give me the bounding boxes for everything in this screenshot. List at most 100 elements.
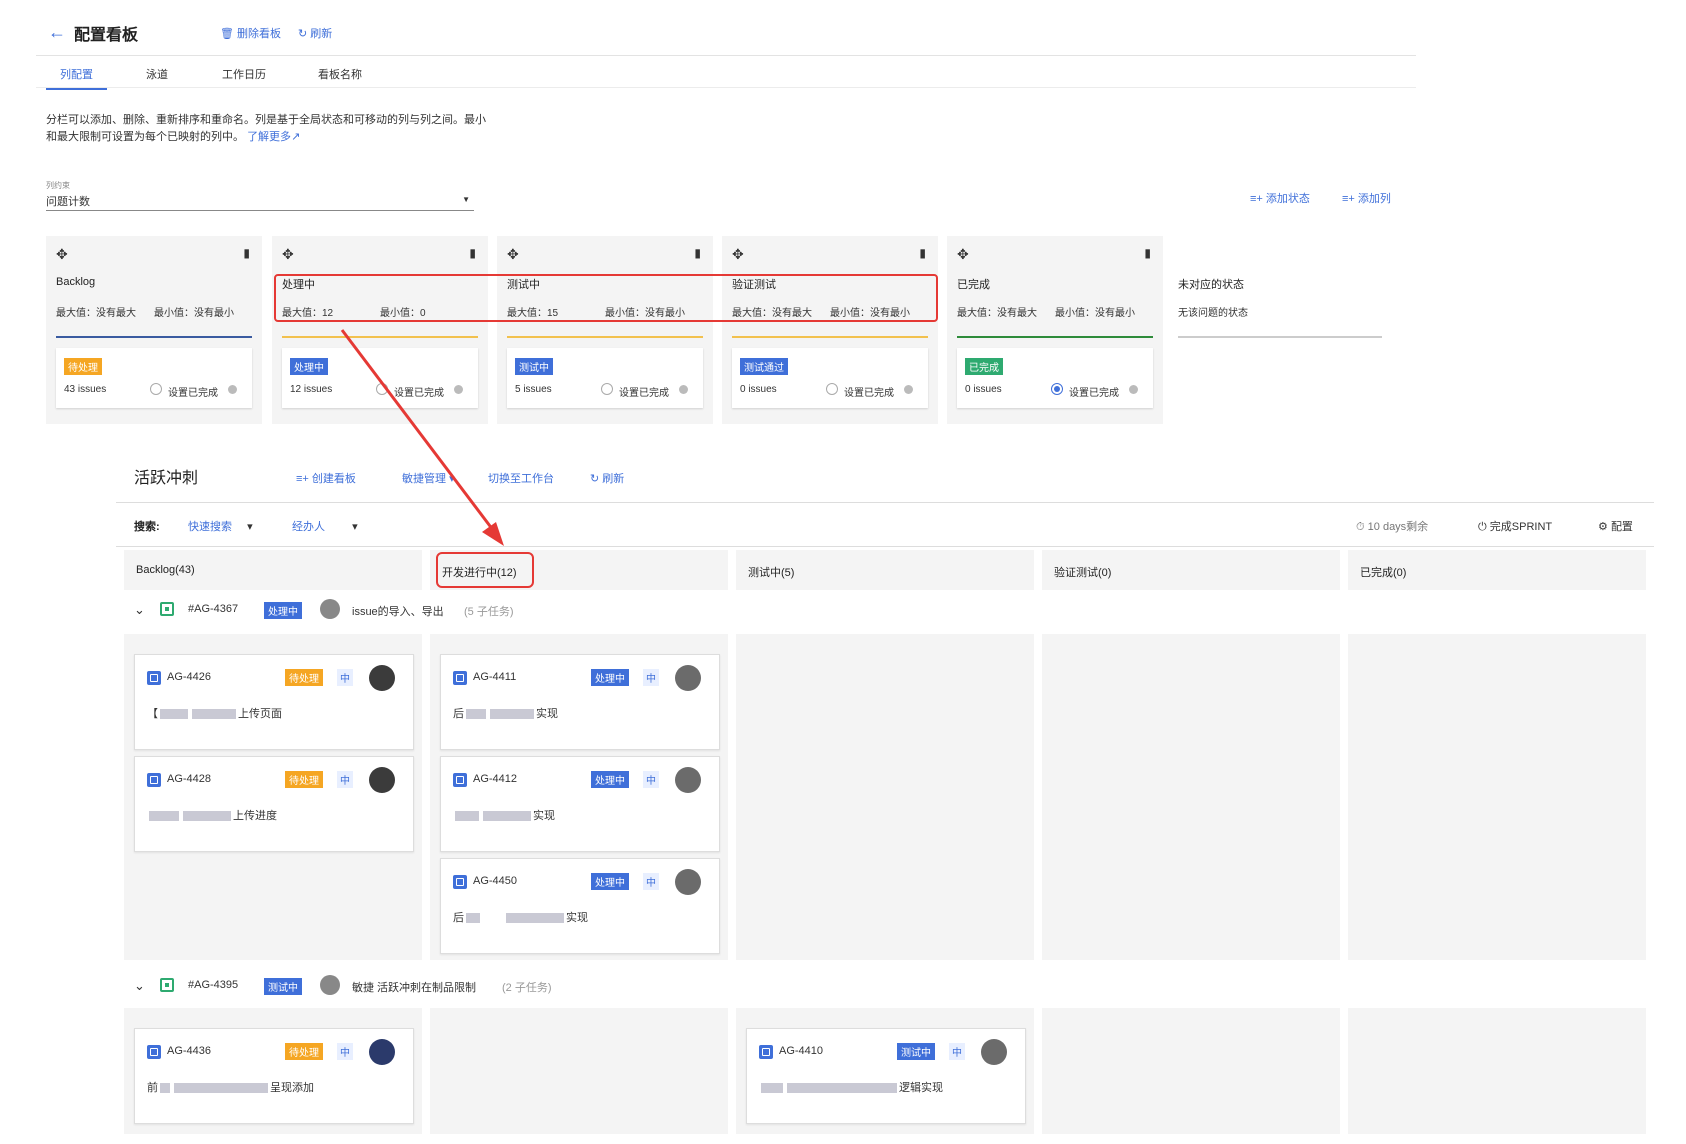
subtask-icon: [147, 1045, 161, 1059]
status-card[interactable]: 已完成 0 issues 设置已完成: [957, 348, 1153, 408]
issue-count: 0 issues: [740, 384, 777, 395]
divider: [116, 546, 1654, 547]
set-done-radio[interactable]: [601, 383, 613, 395]
move-icon[interactable]: ✥: [56, 246, 68, 263]
help-icon: [228, 385, 237, 394]
trash-icon[interactable]: ▮: [243, 246, 250, 260]
issue-summary: 上传进度: [147, 807, 277, 823]
trash-icon[interactable]: ▮: [919, 246, 926, 260]
learn-more-link[interactable]: 了解更多: [247, 131, 291, 143]
chevron-down-icon[interactable]: ⌄: [134, 602, 145, 618]
issue-card[interactable]: AG-4411 处理中 中 后实现: [440, 654, 720, 750]
add-status-button[interactable]: ≡+ 添加状态: [1250, 190, 1310, 206]
issue-card[interactable]: AG-4450 处理中 中 后实现: [440, 858, 720, 954]
status-card[interactable]: 待处理 43 issues 设置已完成: [56, 348, 252, 408]
trash-icon[interactable]: ▮: [469, 246, 476, 260]
status-card[interactable]: 处理中 12 issues 设置已完成: [282, 348, 478, 408]
move-icon[interactable]: ✥: [957, 246, 969, 263]
column-divider: [957, 336, 1153, 338]
timer-icon: ⏱: [1356, 521, 1365, 533]
status-badge: 已完成: [965, 358, 1003, 375]
issue-card[interactable]: AG-4428 待处理 中 上传进度: [134, 756, 414, 852]
column-card-backlog[interactable]: ✥ ▮ Backlog 最大值：没有最大 最小值：没有最小 待处理 43 iss…: [46, 236, 262, 424]
constraint-select[interactable]: 问题计数 ▼: [46, 193, 474, 211]
set-done-label: 设置已完成: [394, 388, 444, 399]
move-icon[interactable]: ✥: [282, 246, 294, 263]
set-done-radio[interactable]: [150, 383, 162, 395]
swimlane-header[interactable]: ⌄ #AG-4395 测试中 敏捷 活跃冲刺在制品限制 (2 子任务): [134, 975, 934, 998]
swimlane-header[interactable]: ⌄ #AG-4367 处理中 issue的导入、导出 (5 子任务): [134, 599, 934, 622]
tab-work-calendar[interactable]: 工作日历: [222, 66, 266, 82]
assignee-dropdown[interactable]: 经办人 ▾: [292, 518, 358, 534]
issue-key[interactable]: AG-4411: [473, 671, 516, 683]
issue-card[interactable]: AG-4436 待处理 中 前呈现添加: [134, 1028, 414, 1124]
delete-board-button[interactable]: 🗑 删除看板: [220, 25, 281, 41]
column-divider: [732, 336, 928, 338]
lane-cell: [736, 634, 1034, 960]
set-done-radio[interactable]: [1051, 383, 1063, 395]
redacted-text: [466, 913, 480, 924]
issue-count: 12 issues: [290, 384, 333, 395]
agile-manage-dropdown[interactable]: 敏捷管理 ▾: [402, 470, 455, 486]
set-done-radio[interactable]: [376, 383, 388, 395]
status-badge: 待处理: [285, 1043, 323, 1060]
redacted-text: [455, 811, 479, 822]
issue-card[interactable]: AG-4412 处理中 中 实现: [440, 756, 720, 852]
column-card-verify-test[interactable]: ✥ ▮ 验证测试 最大值：没有最大 最小值：没有最小 测试通过 0 issues…: [722, 236, 938, 424]
priority-badge: 中: [643, 873, 659, 890]
board-config-button[interactable]: ⚙ 配置: [1598, 518, 1633, 534]
avatar: [369, 767, 395, 793]
status-badge: 处理中: [591, 873, 629, 890]
complete-sprint-button[interactable]: ⏻ 完成SPRINT: [1478, 518, 1552, 534]
back-arrow-icon[interactable]: ←: [48, 22, 66, 43]
issue-key[interactable]: AG-4436: [167, 1045, 211, 1057]
issue-summary: 前呈现添加: [147, 1082, 314, 1094]
refresh-button[interactable]: ↻ 刷新: [298, 25, 332, 41]
issue-key[interactable]: AG-4450: [473, 875, 517, 887]
status-badge: 处理中: [290, 358, 328, 375]
chevron-down-icon[interactable]: ⌄: [134, 978, 145, 994]
sprint-refresh-button[interactable]: ↻ 刷新: [590, 470, 624, 486]
annotation-arrow-head: [482, 522, 504, 546]
issue-key[interactable]: AG-4428: [167, 773, 211, 785]
search-label: 搜索:: [134, 521, 160, 533]
issue-count: 0 issues: [965, 384, 1002, 395]
redacted-text: [174, 1083, 268, 1094]
refresh-icon: ↻: [298, 28, 308, 40]
avatar: [675, 869, 701, 895]
column-card-in-progress[interactable]: ✥ ▮ 处理中 最大值：12 最小值：0 处理中 12 issues 设置已完成: [272, 236, 488, 424]
add-column-button[interactable]: ≡+ 添加列: [1342, 190, 1391, 206]
redacted-text: [761, 1083, 783, 1094]
status-card[interactable]: 测试通过 0 issues 设置已完成: [732, 348, 928, 408]
priority-badge: 中: [949, 1043, 965, 1060]
status-badge: 测试中: [897, 1043, 935, 1060]
status-card[interactable]: 测试中 5 issues 设置已完成: [507, 348, 703, 408]
issue-key[interactable]: AG-4412: [473, 773, 517, 785]
tab-board-name[interactable]: 看板名称: [318, 66, 362, 82]
lane-cell: [430, 1008, 728, 1134]
tab-column-config[interactable]: 列配置: [46, 66, 107, 90]
column-card-done[interactable]: ✥ ▮ 已完成 最大值：没有最大 最小值：没有最小 已完成 0 issues 设…: [947, 236, 1163, 424]
set-done-radio[interactable]: [826, 383, 838, 395]
column-card-testing[interactable]: ✥ ▮ 测试中 最大值：15 最小值：没有最小 测试中 5 issues 设置已…: [497, 236, 713, 424]
subtask-icon: [453, 671, 467, 685]
create-board-button[interactable]: ≡+ 创建看板: [296, 470, 356, 486]
subtask-icon: [453, 875, 467, 889]
issue-key[interactable]: AG-4426: [167, 671, 211, 683]
swimlane-summary: 敏捷 活跃冲刺在制品限制: [352, 982, 477, 994]
redacted-text: [149, 811, 179, 822]
help-icon: [1129, 385, 1138, 394]
switch-workbench-button[interactable]: 切换至工作台: [488, 470, 554, 486]
highlight-box: [436, 552, 534, 588]
lane-cell: [1042, 634, 1340, 960]
tab-swimlane[interactable]: 泳道: [146, 66, 168, 82]
move-icon[interactable]: ✥: [507, 246, 519, 263]
issue-card[interactable]: AG-4426 待处理 中 【上传页面: [134, 654, 414, 750]
issue-key[interactable]: AG-4410: [779, 1045, 823, 1057]
column-divider: [282, 336, 478, 338]
quick-search-dropdown[interactable]: 快速搜索 ▾: [188, 518, 253, 534]
move-icon[interactable]: ✥: [732, 246, 744, 263]
issue-card[interactable]: AG-4410 测试中 中 逻辑实现: [746, 1028, 1026, 1124]
trash-icon[interactable]: ▮: [694, 246, 701, 260]
trash-icon[interactable]: ▮: [1144, 246, 1151, 260]
